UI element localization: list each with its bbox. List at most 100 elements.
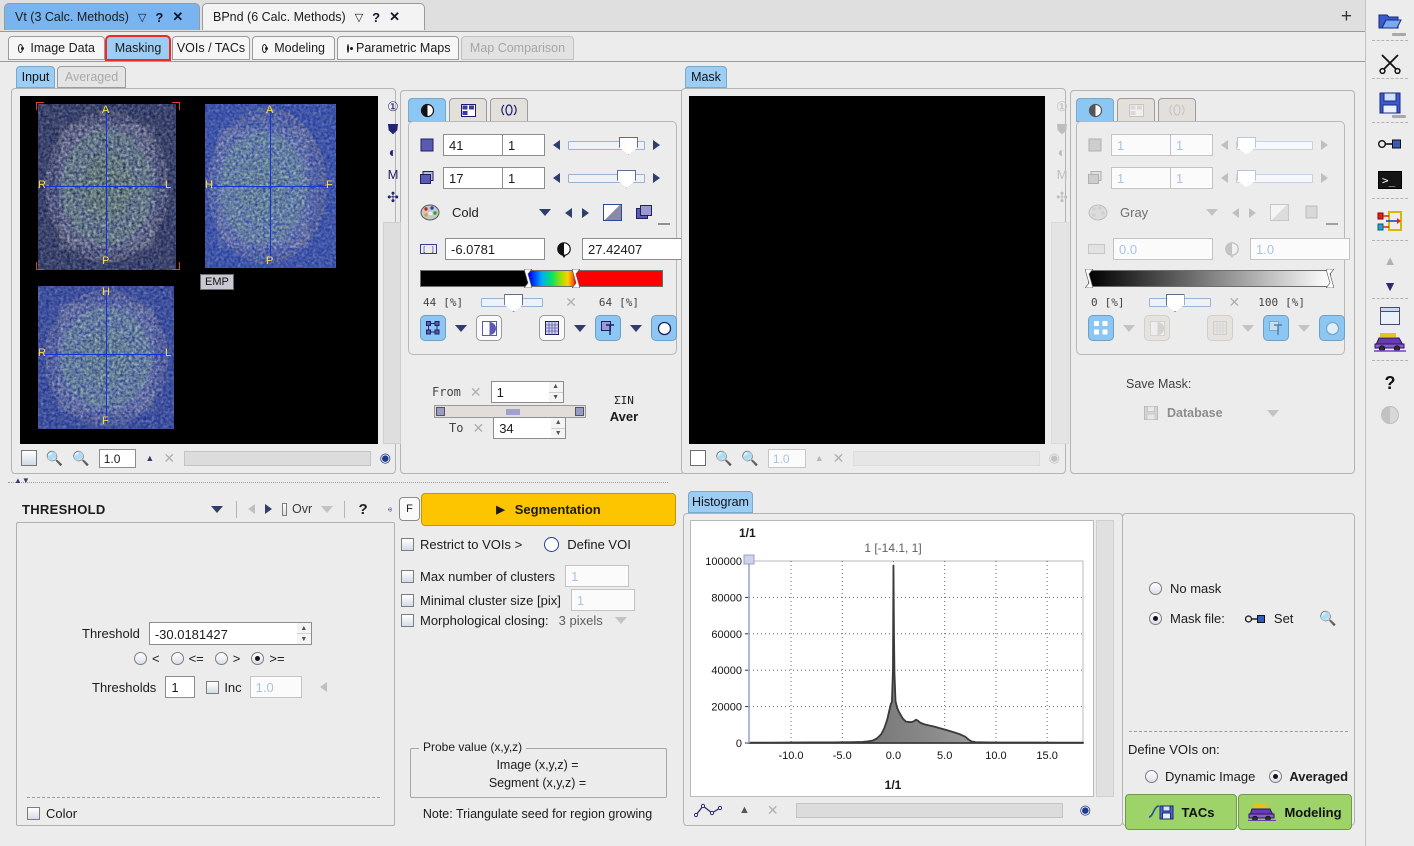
- open-folder-icon[interactable]: [1366, 8, 1414, 34]
- target-icon[interactable]: [387, 502, 392, 517]
- cluster-dropdown-button[interactable]: [455, 324, 467, 332]
- layout-icon[interactable]: ⛊: [388, 122, 399, 136]
- segmentation-button[interactable]: ▶ Segmentation: [421, 493, 676, 526]
- min-cluster-checkbox[interactable]: [401, 593, 414, 607]
- palette-prev-button[interactable]: [564, 207, 572, 218]
- mask-reset-window-button[interactable]: ✕: [1229, 294, 1241, 311]
- save-disk-icon[interactable]: [1366, 90, 1414, 116]
- mask-slice-slider[interactable]: [1236, 136, 1313, 155]
- min-value-field[interactable]: -6.0781: [445, 238, 545, 260]
- operator-radio-lte[interactable]: [170, 652, 184, 665]
- clear-icon[interactable]: ✕: [767, 802, 779, 819]
- terminal-icon[interactable]: >_: [1366, 168, 1414, 192]
- colorbar-high-handle[interactable]: [572, 269, 580, 288]
- mask-frame-slider-thumb[interactable]: [1237, 169, 1256, 188]
- palette-dropdown-button[interactable]: [538, 209, 551, 216]
- max-clusters-checkbox[interactable]: [401, 569, 414, 583]
- inc-prev-button[interactable]: [319, 682, 327, 692]
- restrict-checkbox[interactable]: [401, 538, 414, 551]
- contrast-drop-icon[interactable]: [1224, 241, 1240, 258]
- tab-vois-tacs[interactable]: VOIs / TACs: [172, 36, 250, 60]
- mask-slice-slider-thumb[interactable]: [1237, 136, 1256, 155]
- color-checkbox[interactable]: [27, 807, 40, 820]
- window-slider[interactable]: [481, 294, 544, 312]
- operator-radio-lt[interactable]: [134, 652, 147, 665]
- dynamic-image-radio[interactable]: [1145, 770, 1158, 783]
- set-label[interactable]: Set: [1274, 611, 1294, 626]
- toolbar-menu-dash[interactable]: [1392, 115, 1406, 118]
- up-triangle-icon[interactable]: ▲: [145, 453, 154, 463]
- contrast-drop-icon[interactable]: [556, 241, 572, 258]
- threshold-next-button[interactable]: [264, 504, 272, 514]
- frame-slider[interactable]: [568, 169, 645, 188]
- tab-masking[interactable]: Masking: [105, 35, 171, 61]
- info-icon[interactable]: ①: [1056, 100, 1068, 113]
- thresholds-count-field[interactable]: 1: [165, 676, 196, 698]
- histogram-plot-area[interactable]: 1/1 1 [-14.1, 1] 0 20000 40000 60000 80000 10…: [690, 520, 1094, 797]
- operator-radio-gte[interactable]: [251, 652, 265, 665]
- frame-slider-thumb[interactable]: [617, 169, 636, 188]
- crosshair-horizontal[interactable]: [44, 354, 170, 355]
- operator-radio-gt[interactable]: [214, 652, 228, 665]
- mask-grid-tool-button[interactable]: [1207, 315, 1233, 341]
- m-icon[interactable]: M: [1057, 168, 1068, 181]
- clear-icon[interactable]: ✕: [833, 450, 845, 467]
- mask-fit-window-button[interactable]: [690, 450, 706, 466]
- m-icon[interactable]: M: [388, 168, 399, 181]
- mask-frame-next-button[interactable]: [1321, 173, 1328, 183]
- window-icon[interactable]: [1366, 305, 1414, 327]
- colorbar-wrap[interactable]: [420, 269, 663, 288]
- max-value-field[interactable]: 27.42407: [582, 238, 682, 260]
- mask-cluster-tool-button[interactable]: [1088, 315, 1114, 341]
- threshold-spinner[interactable]: ▲ ▼: [296, 622, 312, 645]
- panel-splitter[interactable]: [8, 482, 668, 483]
- mask-slice-prev-button[interactable]: [1221, 140, 1228, 150]
- threshold-dropdown-button[interactable]: [210, 505, 223, 513]
- control-tab-contrast[interactable]: [408, 98, 446, 122]
- window-tab-vt[interactable]: Vt (3 Calc. Methods) ▽ ? ✕: [4, 3, 200, 30]
- mask-control-tab-contrast[interactable]: [1076, 98, 1114, 122]
- control-tab-layout[interactable]: [449, 98, 487, 122]
- reset-window-button[interactable]: ✕: [565, 294, 577, 311]
- ovr-dropdown-button[interactable]: [321, 505, 334, 513]
- histogram-chart[interactable]: 0 20000 40000 60000 80000 100000 -10.0 -5.0 0.0 5…: [691, 521, 1093, 796]
- modeling-button[interactable]: Modeling: [1238, 794, 1352, 830]
- mask-alpha-tool-button[interactable]: [1144, 315, 1170, 341]
- ovr-checkbox[interactable]: [281, 502, 288, 516]
- slice-transaxial[interactable]: [38, 104, 176, 270]
- image-tab-input[interactable]: Input: [16, 66, 55, 88]
- mask-viewport[interactable]: [689, 96, 1045, 444]
- car-icon[interactable]: [1366, 330, 1414, 354]
- no-mask-row[interactable]: No mask: [1149, 581, 1221, 596]
- mask-colorbar-low-handle[interactable]: [1085, 269, 1093, 288]
- mask-palette-dropdown-button[interactable]: [1206, 209, 1219, 216]
- mask-palette-invert-button[interactable]: [1270, 204, 1290, 221]
- to-spinner[interactable]: ▲ ▼: [551, 417, 567, 439]
- averaged-radio[interactable]: [1269, 770, 1283, 783]
- up-triangle-icon[interactable]: ▲: [815, 453, 824, 463]
- colorbar-low-handle[interactable]: [524, 269, 532, 288]
- mask-frame-slider[interactable]: [1236, 169, 1313, 188]
- slice-slider-thumb[interactable]: [619, 136, 638, 155]
- inc-value-field[interactable]: 1.0: [249, 676, 302, 698]
- frame-next-button[interactable]: [653, 173, 660, 183]
- zoom-in-icon[interactable]: 🔍: [1319, 610, 1336, 627]
- frame-step-field[interactable]: 1: [503, 167, 545, 189]
- crosshair-icon[interactable]: ✣: [1056, 190, 1068, 204]
- frame-prev-button[interactable]: [553, 173, 560, 183]
- text-tool-button[interactable]: [595, 315, 621, 341]
- zoom-value-field[interactable]: 1.0: [98, 448, 137, 468]
- mask-slider-track[interactable]: [853, 450, 1040, 466]
- capture-icon[interactable]: ◉: [380, 450, 391, 466]
- save-mask-row[interactable]: Database: [1144, 406, 1279, 420]
- tacs-button[interactable]: TACs: [1125, 794, 1237, 830]
- from-field[interactable]: 1: [490, 381, 549, 403]
- roi-tool-button[interactable]: [651, 315, 677, 341]
- mask-text-tool-button[interactable]: [1263, 315, 1289, 341]
- capture-icon[interactable]: ◉: [1049, 450, 1060, 466]
- mask-min-value-field[interactable]: 0.0: [1113, 238, 1213, 260]
- frame-number-field[interactable]: 17: [443, 167, 503, 189]
- image-tab-averaged[interactable]: Averaged: [57, 66, 126, 88]
- mask-palette-next-button[interactable]: [1249, 207, 1257, 218]
- mask-control-tab-motion[interactable]: [1158, 98, 1196, 122]
